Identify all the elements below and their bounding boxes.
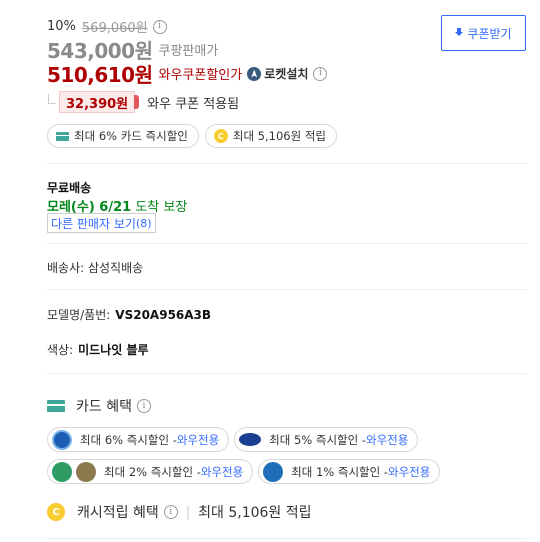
card-benefit-text: 최대 6% 즉시할인 - bbox=[80, 432, 177, 447]
color-label: 색상: bbox=[47, 343, 74, 357]
divider bbox=[47, 243, 527, 244]
model-row: 모델명/품번: VS20A956A3B bbox=[47, 306, 211, 323]
cash-reward-label: 최대 5,106원 적립 bbox=[232, 129, 326, 143]
benefit-pills: 최대 6% 카드 즉시할인 C 최대 5,106원 적립 bbox=[47, 124, 337, 148]
wow-price-label: 와우쿠폰할인가 bbox=[158, 68, 243, 83]
card-benefits-header: 카드 혜택 i bbox=[47, 396, 151, 416]
card-benefit-text: 최대 1% 즉시할인 - bbox=[291, 464, 389, 479]
card-benefit-text: 최대 2% 즉시할인 - bbox=[104, 464, 201, 479]
discount-rate: 10% bbox=[47, 19, 76, 34]
color-row: 색상: 미드나잇 블루 bbox=[47, 341, 149, 358]
color-value: 미드나잇 블루 bbox=[78, 341, 148, 358]
other-sellers-count: (8) bbox=[135, 216, 152, 230]
coupon-amount-badge: 32,390원 bbox=[59, 91, 140, 113]
nh-card-icon bbox=[52, 461, 72, 482]
other-sellers-button[interactable]: 다른 판매자 보기 (8) bbox=[47, 213, 156, 233]
info-icon[interactable]: i bbox=[152, 19, 167, 34]
info-icon[interactable]: i bbox=[313, 66, 328, 81]
vertical-divider: | bbox=[185, 504, 191, 520]
download-icon bbox=[455, 28, 464, 38]
model-value: VS20A956A3B bbox=[115, 308, 211, 322]
get-coupon-button[interactable]: 쿠폰받기 bbox=[441, 15, 526, 51]
wow-only-label: 와우전용 bbox=[366, 432, 409, 447]
card-benefits-title: 카드 혜택 bbox=[76, 399, 132, 415]
info-icon[interactable]: i bbox=[136, 399, 151, 413]
get-coupon-label: 쿠폰받기 bbox=[467, 26, 512, 41]
card-benefit-text: 최대 5% 즉시할인 - bbox=[269, 432, 367, 447]
model-label: 모델명/품번: bbox=[47, 308, 111, 322]
other-sellers-label: 다른 판매자 보기 bbox=[51, 216, 136, 231]
cash-reward-amount: 최대 5,106원 적립 bbox=[198, 505, 312, 521]
card-benefits-row-1: 최대 6% 즉시할인 - 와우전용 최대 5% 즉시할인 - 와우전용 bbox=[47, 427, 419, 452]
samsung-card-icon bbox=[239, 433, 262, 446]
price-original-row: 10% 569,060원 i bbox=[47, 17, 167, 36]
rocket-install-icon bbox=[247, 66, 262, 81]
model-number: VS20A956A3B bbox=[115, 307, 212, 322]
kb-card-icon bbox=[76, 461, 96, 482]
color-name: 미드나잇 블루 bbox=[78, 343, 149, 357]
card-discount-pill[interactable]: 최대 6% 카드 즉시할인 bbox=[47, 124, 199, 148]
card-benefit-pill[interactable]: 최대 1% 즉시할인 - 와우전용 bbox=[258, 459, 441, 484]
card-benefit-pill[interactable]: 최대 6% 즉시할인 - 와우전용 bbox=[47, 427, 230, 452]
card-benefits-row-2: 최대 2% 즉시할인 - 와우전용 최대 1% 즉시할인 - 와우전용 bbox=[47, 459, 441, 484]
card-benefit-pill[interactable]: 최대 5% 즉시할인 - 와우전용 bbox=[234, 427, 419, 452]
wow-only-label: 와우전용 bbox=[200, 464, 244, 479]
delivery-company: 배송사: 삼성직배송 bbox=[47, 261, 144, 275]
wow-only-label: 와우전용 bbox=[176, 432, 220, 447]
shinhan-card-icon bbox=[52, 429, 72, 450]
coin-icon: C bbox=[213, 129, 228, 143]
card-benefit-pill[interactable]: 최대 2% 즉시할인 - 와우전용 bbox=[47, 459, 254, 484]
card-icon bbox=[56, 131, 69, 141]
original-price: 569,060원 bbox=[81, 21, 148, 36]
divider bbox=[47, 373, 527, 374]
applied-coupon-row: 32,390원 와우 쿠폰 적용됨 bbox=[59, 91, 239, 113]
divider bbox=[47, 289, 527, 290]
coupon-applied-text: 와우 쿠폰 적용됨 bbox=[147, 96, 240, 112]
divider bbox=[47, 538, 527, 539]
card-discount-label: 최대 6% 카드 즉시할인 bbox=[74, 129, 188, 143]
sale-price-label: 쿠팡판매가 bbox=[158, 44, 219, 59]
cash-coin-icon: C bbox=[47, 503, 65, 521]
delivery-company-row: 배송사: 삼성직배송 bbox=[47, 259, 143, 276]
divider bbox=[47, 163, 527, 164]
wow-price-row: 510,610원 와우쿠폰할인가 로켓설치 i bbox=[47, 59, 328, 88]
shipping-title-row: 무료배송 bbox=[47, 179, 91, 196]
rocket-install-label: 로켓설치 bbox=[264, 67, 309, 81]
cash-reward-pill[interactable]: C 최대 5,106원 적립 bbox=[204, 124, 337, 148]
cash-reward-title: 캐시적립 혜택 bbox=[77, 505, 159, 521]
coupon-connector bbox=[48, 94, 56, 104]
rocket-install-badge: 로켓설치 bbox=[247, 65, 308, 82]
wow-only-label: 와우전용 bbox=[388, 464, 431, 479]
card-icon bbox=[47, 400, 65, 412]
shipping-title: 무료배송 bbox=[47, 181, 92, 195]
wow-price: 510,610원 bbox=[47, 63, 153, 87]
cash-reward-row: C 캐시적립 혜택 i | 최대 5,106원 적립 bbox=[47, 502, 312, 522]
woori-card-icon bbox=[263, 461, 284, 482]
info-icon[interactable]: i bbox=[163, 505, 178, 519]
